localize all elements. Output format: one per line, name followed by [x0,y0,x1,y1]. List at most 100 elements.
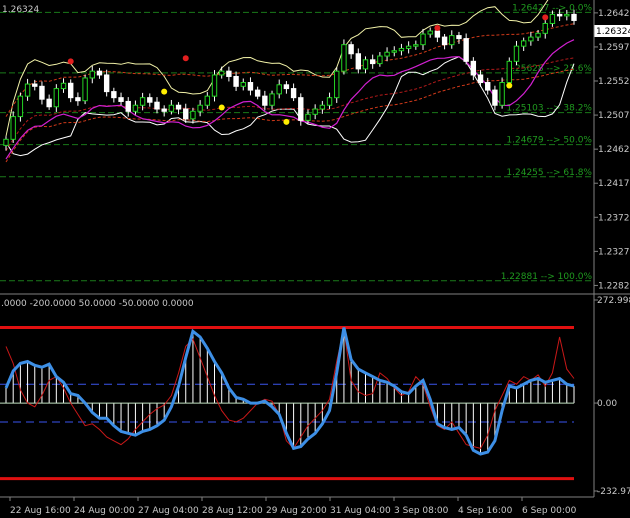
candle-body [513,45,520,62]
price-panel-background [0,0,594,293]
time-tick-label: 4 Sep 16:00 [458,506,513,516]
candle-body [111,91,117,99]
candle-body [384,51,390,57]
price-tick-label: 1.25070 [598,111,630,121]
candle-body [506,60,512,84]
candle-body [139,97,146,106]
oscillator-tick-label: 272.998 [597,296,630,306]
candle-body [154,101,160,110]
fibonacci-label: 1.25628 --> 23.6% [506,64,592,74]
time-tick-label: 6 Sep 00:00 [522,506,577,516]
price-panel[interactable]: 1.26427 --> 0.0%1.25628 --> 23.6%1.25103… [0,0,630,293]
candle-body [283,84,290,90]
candle-body [520,40,527,47]
candle-body [564,13,570,17]
candle-body [240,82,246,87]
candle-body [413,44,419,47]
candle-body [355,53,362,70]
candle-body [60,82,67,90]
candle-body [233,75,239,87]
time-tick-label: 29 Aug 20:00 [266,506,327,516]
fibonacci-label: 1.25103 --> 38.2% [506,104,592,114]
lower-fractal-dot [506,82,513,89]
candle-body [132,104,139,112]
candle-body [17,95,24,118]
candle-body [571,13,577,21]
candle-body [499,82,505,106]
candle-body [341,44,347,72]
candle-body [276,84,282,95]
candle-body [549,13,556,24]
candle-body [556,13,563,17]
price-tick-label: 1.24170 [598,179,630,189]
symbol-label: 1.26324 [2,5,39,15]
oscillator-axis-ticks: 272.998 0.00 -232.97 [594,296,630,497]
candle-body [485,82,491,91]
oscillator-panel[interactable]: 272.998 0.00 -232.97 .0000 -200.0000 50.00… [0,296,630,497]
candle-body [39,85,45,100]
candle-body [89,70,95,79]
candle-body [470,60,477,76]
price-tick-label: 1.26420 [598,9,630,19]
candle-body [190,110,196,120]
candle-body [441,36,448,46]
candle-body [103,74,110,93]
fibonacci-label: 1.24255 --> 61.8% [506,168,592,178]
candle-body [10,116,16,140]
candle-body [434,30,441,38]
lower-fractal-dot [218,104,225,111]
candle-body [75,97,81,102]
price-axis-ticks: 1.26420 1.25970 1.25520 1.25070 1.24620 1.241… [594,9,630,291]
upper-fractal-dot [542,14,549,21]
candle-body [398,47,405,52]
oscillator-signal-line [5,329,575,450]
candle-body [175,104,182,110]
upper-fractal-dot [67,58,74,65]
candle-body [118,97,124,102]
price-tick-label: 1.25520 [598,77,630,87]
candle-body [528,36,534,42]
lower-fractal-dot [283,118,290,125]
candle-body [197,104,203,112]
price-tick-label: 1.24620 [598,145,630,155]
candle-body [492,89,498,106]
candle-body [319,104,326,110]
time-tick-label: 24 Aug 00:00 [74,506,135,516]
candle-body [226,70,232,77]
upper-fractal-dot [182,55,189,62]
oscillator-tick-label: 0.00 [597,399,617,409]
trading-chart[interactable]: 1.26427 --> 0.0%1.25628 --> 23.6%1.25103… [0,0,630,518]
candle-body [24,83,31,97]
candle-body [427,30,433,35]
fibonacci-label: 1.22881 --> 100.0% [501,272,593,282]
candle-body [456,35,462,40]
candle-body [535,32,541,38]
candle-body [247,82,254,91]
candle-body [82,77,88,102]
candle-body [211,74,218,97]
time-tick-label: 22 Aug 16:00 [10,506,71,516]
candle-body [254,89,261,97]
time-tick-label: 31 Aug 04:00 [330,506,391,516]
candle-body [449,35,455,46]
candle-body [32,83,38,87]
candle-body [420,33,426,46]
candle-body [3,138,9,146]
time-axis: 22 Aug 16:00 24 Aug 00:00 27 Aug 04:00 28 A… [9,497,577,516]
candle-body [312,108,318,115]
candle-body [305,113,311,121]
candle-body [161,108,167,112]
candle-body [125,100,131,112]
time-tick-label: 28 Aug 12:00 [202,506,263,516]
price-tick-label: 1.22820 [598,281,630,291]
fibonacci-label: 1.24679 --> 50.0% [506,136,592,146]
candle-body [183,108,189,120]
candle-body [269,93,275,106]
oscillator-lines [4,327,575,456]
candle-body [377,55,383,65]
candle-body [96,70,103,76]
candle-body [391,50,397,53]
price-tick-label: 1.23720 [598,213,630,223]
candle-body [405,45,412,49]
candle-body [298,97,304,121]
